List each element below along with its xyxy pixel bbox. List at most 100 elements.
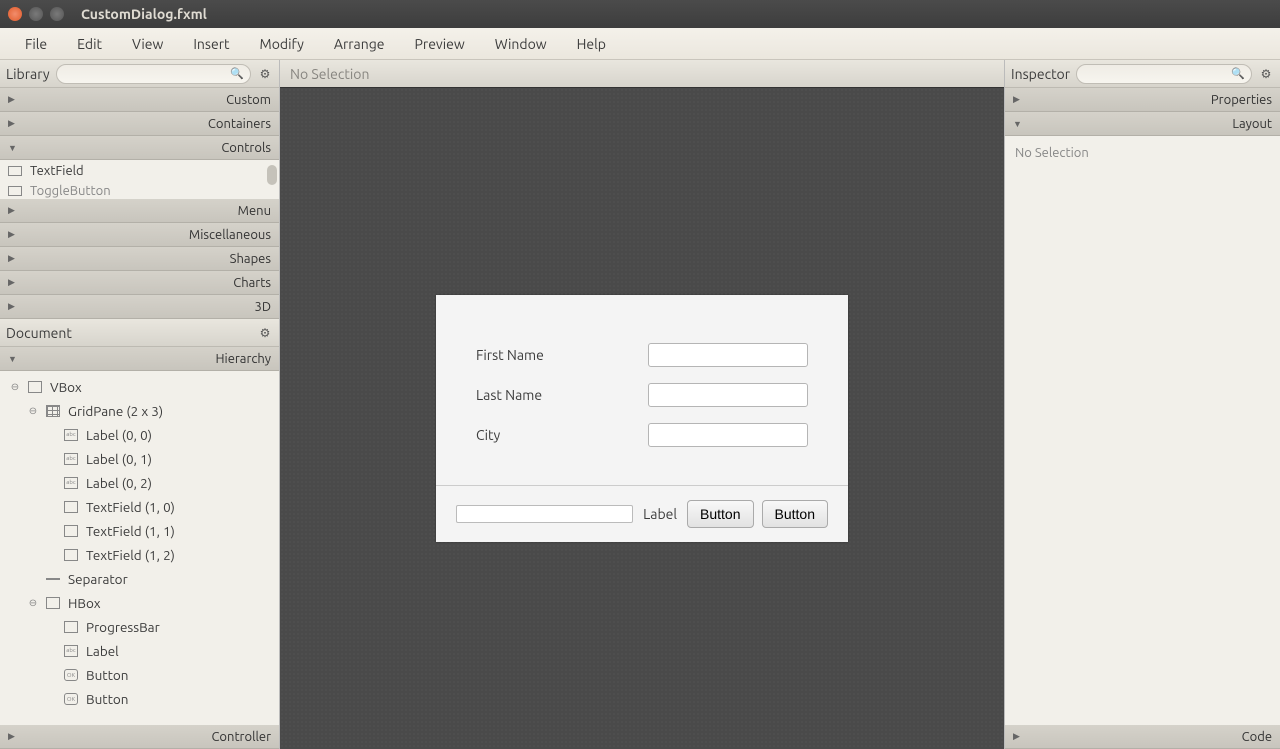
- library-item-togglebutton[interactable]: ToggleButton: [0, 182, 279, 199]
- textfield-icon: [64, 549, 78, 561]
- button-bar: Label Button Button: [436, 486, 848, 542]
- window-maximize-button[interactable]: [50, 7, 64, 21]
- textfield-icon: [64, 525, 78, 537]
- status-label[interactable]: Label: [643, 506, 677, 522]
- tree-node-label: Button: [86, 667, 128, 683]
- menu-insert[interactable]: Insert: [178, 30, 244, 58]
- inspector-section-layout[interactable]: ▼Layout: [1005, 112, 1280, 136]
- library-section-custom[interactable]: ▶Custom: [0, 88, 279, 112]
- library-section-charts[interactable]: ▶Charts: [0, 271, 279, 295]
- search-icon: 🔍: [230, 67, 244, 80]
- chevron-right-icon: ▶: [8, 94, 20, 105]
- window-minimize-button[interactable]: [29, 7, 43, 21]
- inspector-section-properties[interactable]: ▶Properties: [1005, 88, 1280, 112]
- document-section-hierarchy[interactable]: ▼Hierarchy: [0, 347, 279, 371]
- tree-row[interactable]: OKButton: [0, 687, 279, 711]
- menu-modify[interactable]: Modify: [245, 30, 319, 58]
- collapse-icon[interactable]: ⊖: [26, 597, 40, 609]
- chevron-right-icon: ▶: [8, 277, 20, 288]
- hbox-icon: [46, 597, 60, 609]
- tree-row[interactable]: abc Label (0, 2): [0, 471, 279, 495]
- document-gear-icon[interactable]: ⚙: [257, 325, 273, 341]
- label-city[interactable]: City: [476, 427, 648, 443]
- menu-edit[interactable]: Edit: [62, 30, 117, 58]
- inspector-header: Inspector 🔍 ⚙: [1005, 60, 1280, 88]
- tree-row[interactable]: TextField (1, 0): [0, 495, 279, 519]
- menu-help[interactable]: Help: [562, 30, 621, 58]
- library-item-textfield[interactable]: TextField: [0, 160, 279, 182]
- separator-icon: [46, 578, 60, 580]
- tree-node-label: Label (0, 1): [86, 451, 152, 467]
- inspector-section-code[interactable]: ▶Code: [1005, 725, 1280, 749]
- tree-node-label: HBox: [68, 595, 101, 611]
- button-icon: OK: [64, 669, 78, 681]
- window-titlebar: CustomDialog.fxml: [0, 0, 1280, 28]
- chevron-right-icon: ▶: [8, 301, 20, 312]
- tree-row[interactable]: abc Label (0, 1): [0, 447, 279, 471]
- tree-row[interactable]: TextField (1, 2): [0, 543, 279, 567]
- design-canvas[interactable]: First Name Last Name City Label Button B…: [280, 88, 1004, 749]
- inspector-gear-icon[interactable]: ⚙: [1258, 66, 1274, 82]
- chevron-right-icon: ▶: [8, 253, 20, 264]
- tree-node-label: TextField (1, 0): [86, 499, 175, 515]
- menu-view[interactable]: View: [117, 30, 178, 58]
- tree-row[interactable]: ⊖ VBox: [0, 375, 279, 399]
- tree-row[interactable]: abcLabel: [0, 639, 279, 663]
- selection-bar: No Selection: [280, 60, 1004, 88]
- menu-preview[interactable]: Preview: [400, 30, 480, 58]
- tree-node-label: GridPane (2 x 3): [68, 403, 163, 419]
- library-section-shapes[interactable]: ▶Shapes: [0, 247, 279, 271]
- label-icon: abc: [64, 645, 78, 657]
- tree-node-label: Label (0, 0): [86, 427, 152, 443]
- document-header: Document ⚙: [0, 319, 279, 347]
- tree-node-label: Button: [86, 691, 128, 707]
- library-controls-list: TextField ToggleButton: [0, 160, 279, 199]
- label-icon: abc: [64, 477, 78, 489]
- window-title: CustomDialog.fxml: [81, 6, 207, 22]
- input-city[interactable]: [648, 423, 808, 447]
- chevron-right-icon: ▶: [8, 731, 20, 742]
- tree-node-label: VBox: [50, 379, 82, 395]
- chevron-down-icon: ▼: [8, 354, 20, 364]
- label-last-name[interactable]: Last Name: [476, 387, 648, 403]
- library-section-menu[interactable]: ▶Menu: [0, 199, 279, 223]
- library-section-controls[interactable]: ▼Controls: [0, 136, 279, 160]
- library-scrollbar[interactable]: [267, 165, 277, 185]
- input-last-name[interactable]: [648, 383, 808, 407]
- chevron-right-icon: ▶: [8, 229, 20, 240]
- tree-node-label: Label (0, 2): [86, 475, 152, 491]
- vbox-icon: [28, 381, 42, 393]
- button-1[interactable]: Button: [687, 500, 753, 528]
- collapse-icon[interactable]: ⊖: [26, 405, 40, 417]
- window-close-button[interactable]: [8, 7, 22, 21]
- label-first-name[interactable]: First Name: [476, 347, 648, 363]
- input-first-name[interactable]: [648, 343, 808, 367]
- tree-node-label: TextField (1, 2): [86, 547, 175, 563]
- tree-row[interactable]: ⊖ HBox: [0, 591, 279, 615]
- tree-row[interactable]: ProgressBar: [0, 615, 279, 639]
- menu-window[interactable]: Window: [480, 30, 562, 58]
- button-2[interactable]: Button: [762, 500, 828, 528]
- tree-row[interactable]: TextField (1, 1): [0, 519, 279, 543]
- menu-arrange[interactable]: Arrange: [319, 30, 400, 58]
- chevron-right-icon: ▶: [1013, 731, 1025, 742]
- progress-bar[interactable]: [456, 505, 633, 523]
- label-icon: abc: [64, 429, 78, 441]
- chevron-down-icon: ▼: [1013, 119, 1025, 129]
- tree-row[interactable]: OK Button: [0, 663, 279, 687]
- library-search[interactable]: 🔍: [56, 64, 251, 84]
- tree-row[interactable]: Separator: [0, 567, 279, 591]
- tree-row[interactable]: ⊖ GridPane (2 x 3): [0, 399, 279, 423]
- collapse-icon[interactable]: ⊖: [8, 381, 22, 393]
- document-section-controller[interactable]: ▶Controller: [0, 725, 279, 749]
- library-gear-icon[interactable]: ⚙: [257, 66, 273, 82]
- menu-file[interactable]: File: [10, 30, 62, 58]
- label-icon: abc: [64, 453, 78, 465]
- library-section-containers[interactable]: ▶Containers: [0, 112, 279, 136]
- library-section-3d[interactable]: ▶3D: [0, 295, 279, 319]
- custom-dialog[interactable]: First Name Last Name City Label Button B…: [436, 295, 848, 542]
- library-section-misc[interactable]: ▶Miscellaneous: [0, 223, 279, 247]
- tree-row[interactable]: abc Label (0, 0): [0, 423, 279, 447]
- chevron-right-icon: ▶: [8, 118, 20, 129]
- inspector-search[interactable]: 🔍: [1076, 64, 1252, 84]
